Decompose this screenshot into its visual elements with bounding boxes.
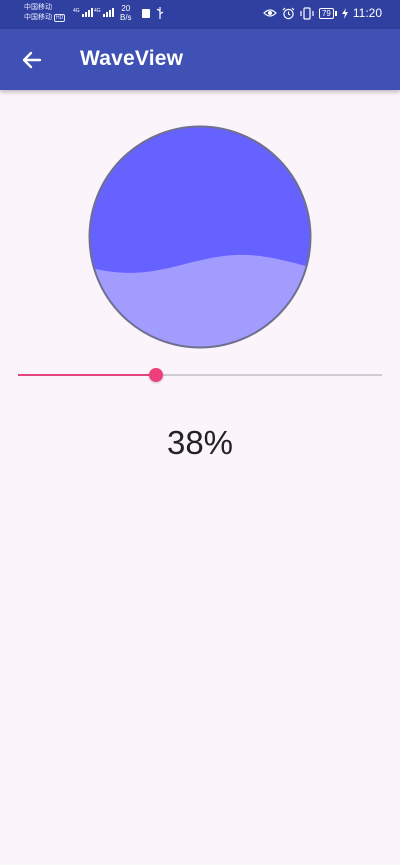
back-button[interactable] — [14, 42, 50, 78]
status-right-group: 79 11:20 — [263, 6, 382, 20]
page-title: WaveView — [80, 47, 184, 70]
eye-icon — [263, 9, 277, 17]
hd-badge: HD — [54, 14, 66, 22]
battery-level: 79 — [318, 7, 334, 19]
slider-thumb[interactable] — [149, 368, 164, 382]
charging-icon — [341, 7, 348, 19]
app-bar: WaveView — [0, 29, 400, 90]
signal-2-icon: 4G — [94, 8, 114, 17]
wave-view — [88, 125, 312, 349]
network-2-label: 4G — [94, 8, 101, 14]
sim-icon — [142, 9, 150, 18]
network-1-label: 4G — [73, 8, 80, 14]
speed-unit: B/s — [120, 13, 132, 22]
slider-fill — [18, 374, 157, 376]
progress-percentage: 38% — [166, 424, 234, 461]
status-bar: 中国移动 中国移动 HD 4G 4G 20 B/s 79 11:20 — [0, 0, 400, 29]
network-speed: 20 B/s — [120, 4, 132, 22]
vibrate-icon — [300, 6, 314, 20]
carrier-2-label: 中国移动 — [24, 14, 52, 21]
signal-1-icon: 4G — [73, 8, 93, 17]
battery-icon: 79 — [318, 7, 337, 19]
arrow-back-icon — [22, 51, 42, 69]
carrier-info: 中国移动 中国移动 HD — [24, 3, 66, 23]
speed-value: 20 — [121, 4, 131, 13]
usb-icon — [156, 7, 164, 19]
clock: 11:20 — [352, 6, 382, 20]
alarm-icon — [282, 7, 295, 19]
carrier-1-label: 中国移动 — [24, 4, 52, 11]
progress-slider[interactable] — [18, 364, 382, 386]
